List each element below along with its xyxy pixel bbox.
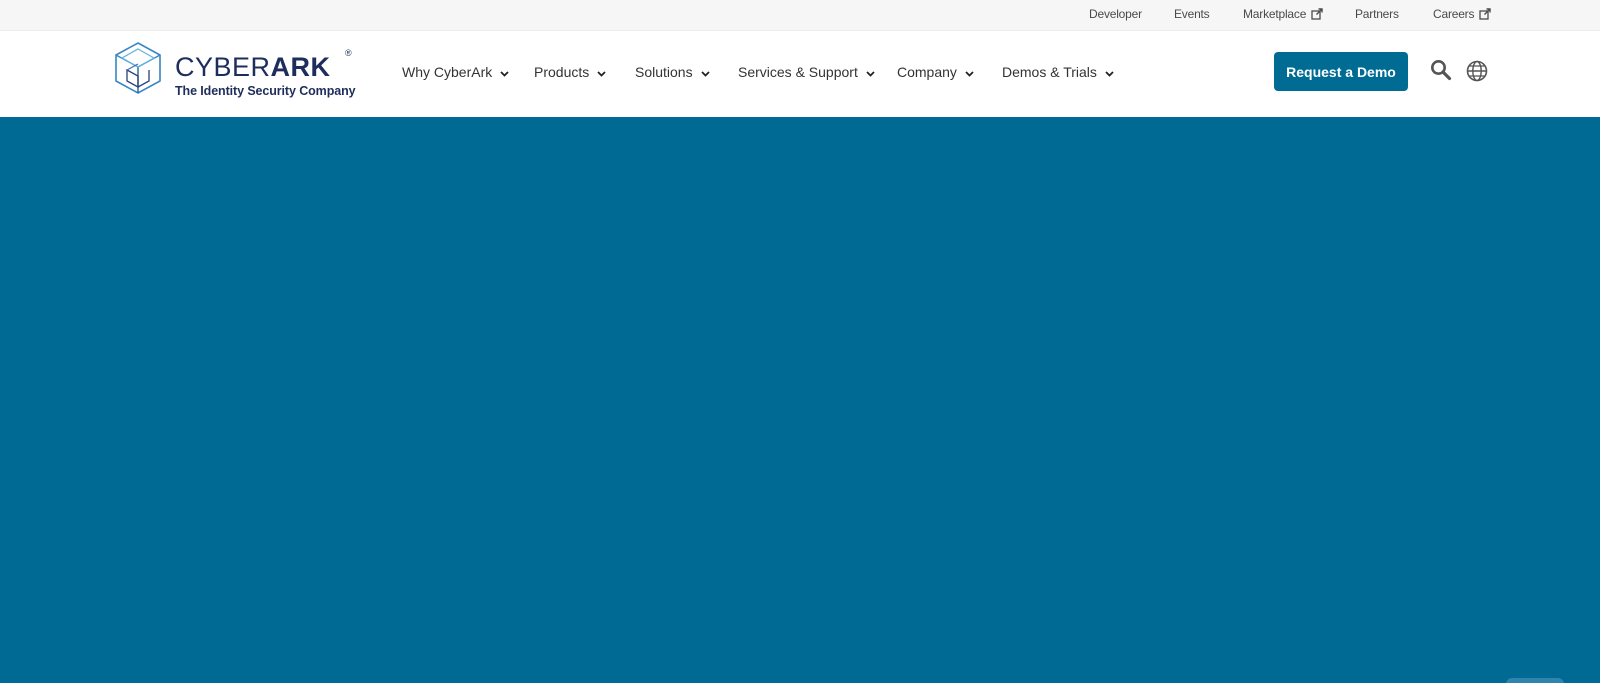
nav-services-support[interactable]: Services & Support	[738, 61, 875, 83]
nav-demos-trials-label: Demos & Trials	[1002, 64, 1097, 80]
utility-link-careers[interactable]: Careers	[1433, 0, 1492, 31]
nav-company-label: Company	[897, 64, 957, 80]
logo-wordmark-bold: ARK	[270, 52, 331, 82]
cube-logo-icon	[115, 42, 161, 94]
nav-solutions-label: Solutions	[635, 64, 693, 80]
utility-bar: Developer Events Marketplace Partners Ca…	[0, 0, 1600, 31]
nav-why-cyberark-label: Why CyberArk	[402, 64, 493, 80]
chevron-down-icon	[965, 71, 974, 77]
hero-banner	[0, 117, 1600, 683]
chat-widget-tab[interactable]	[1506, 678, 1564, 683]
nav-services-support-label: Services & Support	[738, 64, 858, 80]
chevron-down-icon	[597, 71, 606, 77]
utility-link-partners[interactable]: Partners	[1355, 0, 1399, 31]
search-icon[interactable]	[1430, 59, 1452, 81]
logo-tagline: The Identity Security Company	[175, 84, 356, 98]
nav-products[interactable]: Products	[534, 61, 606, 83]
logo-wordmark-light: CYBER	[175, 52, 271, 82]
utility-link-marketplace[interactable]: Marketplace	[1243, 0, 1324, 31]
nav-products-label: Products	[534, 64, 590, 80]
request-demo-button[interactable]: Request a Demo	[1274, 52, 1408, 91]
chevron-down-icon	[500, 71, 509, 77]
external-link-icon	[1311, 8, 1324, 20]
globe-icon[interactable]	[1466, 60, 1488, 82]
nav-why-cyberark[interactable]: Why CyberArk	[402, 61, 509, 83]
utility-link-marketplace-label: Marketplace	[1243, 7, 1307, 21]
utility-link-developer[interactable]: Developer	[1089, 0, 1142, 31]
chevron-down-icon	[866, 71, 875, 77]
external-link-icon	[1479, 8, 1492, 20]
logo-wordmark: CYBERARK	[175, 52, 331, 82]
chevron-down-icon	[700, 71, 710, 77]
main-header: CYBERARK ® The Identity Security Company…	[0, 31, 1600, 117]
chevron-down-icon	[1105, 71, 1114, 77]
utility-link-careers-label: Careers	[1433, 7, 1475, 21]
nav-company[interactable]: Company	[897, 61, 974, 83]
nav-demos-trials[interactable]: Demos & Trials	[1002, 61, 1114, 83]
utility-link-events[interactable]: Events	[1174, 0, 1210, 31]
registered-mark: ®	[345, 48, 352, 58]
cyberark-logo[interactable]: CYBERARK ® The Identity Security Company	[113, 41, 356, 98]
nav-solutions[interactable]: Solutions	[635, 61, 710, 83]
